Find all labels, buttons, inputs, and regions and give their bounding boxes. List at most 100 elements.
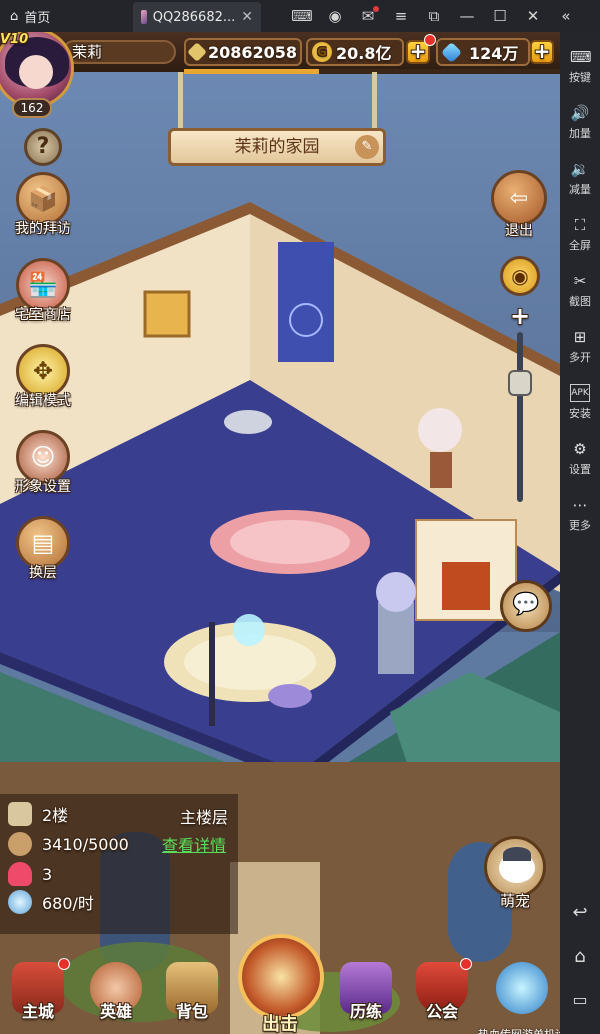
home-icon[interactable]: ⌂: [560, 946, 600, 967]
switch-floor-button[interactable]: ▤ 换层: [12, 516, 74, 582]
side-item-settings[interactable]: ⚙ 设置: [560, 440, 600, 477]
exit-door-icon: ⇦: [491, 170, 547, 226]
floor-number: 2楼: [42, 806, 69, 825]
gamepad-icon[interactable]: ⌨: [291, 6, 313, 26]
nav-crystal[interactable]: [484, 960, 560, 1034]
menu-label: 换层: [29, 565, 57, 581]
game-tab[interactable]: QQ286682... ✕: [133, 2, 261, 32]
menu-label: 编辑模式: [15, 393, 71, 409]
floor-row: 2楼: [8, 802, 68, 826]
my-visits-button[interactable]: 📦 我的拜访: [12, 172, 74, 238]
side-item-label: 按键: [569, 71, 591, 84]
close-icon[interactable]: ✕: [523, 6, 543, 26]
nav-training[interactable]: 历练: [328, 960, 404, 1034]
side-item-keys[interactable]: ⌨ 按键: [560, 48, 600, 85]
side-item-install[interactable]: APK 安装: [560, 384, 600, 421]
chat-bubble-icon[interactable]: 💬: [500, 580, 552, 632]
menu-label: 宅室商店: [15, 307, 71, 323]
side-item-label: 减量: [569, 183, 591, 196]
nav-alert-badge: [460, 958, 472, 970]
side-item-volume-up[interactable]: 🔊 加量: [560, 104, 600, 141]
exit-label: 退出: [505, 223, 533, 239]
side-item-fullscreen[interactable]: ⛶ 全屏: [560, 216, 600, 253]
zoom-in-button[interactable]: +: [510, 302, 530, 330]
game-tab-title: QQ286682...: [152, 9, 236, 25]
back-icon[interactable]: ↩: [560, 902, 600, 923]
sign-rope: [372, 72, 377, 130]
minimize-icon[interactable]: —: [457, 6, 477, 26]
home-label: 首页: [24, 10, 51, 26]
gold-counter: G 20.8亿: [306, 38, 404, 66]
home-shop-button[interactable]: 🏪 宅室商店: [12, 258, 74, 324]
crystal-emblem-icon: [496, 962, 548, 1014]
eye-toggle-icon[interactable]: ◉: [500, 256, 540, 296]
purple-cat: [268, 684, 312, 708]
view-details-link[interactable]: 查看详情: [162, 832, 226, 856]
home-tab[interactable]: ⌂ 首页: [0, 0, 60, 32]
gem-counter: 124万: [436, 38, 530, 66]
appearance-button[interactable]: ☺ 形象设置: [12, 430, 74, 496]
menu-label: 形象设置: [15, 479, 71, 495]
recent-apps-icon[interactable]: ▭: [560, 990, 600, 1009]
edit-mode-button[interactable]: ✥ 编辑模式: [12, 344, 74, 410]
crossed-swords-icon: [187, 42, 207, 62]
side-item-more[interactable]: ⋯ 更多: [560, 496, 600, 533]
nav-guild[interactable]: 公会: [404, 958, 480, 1034]
attack-sword-icon[interactable]: [238, 934, 324, 1020]
gear-icon: ⚙: [573, 440, 587, 458]
emulator-title-bar: ⌂ 首页 QQ286682... ✕ ⌨ ◉ ✉ ≡ ⧉ — ☐ ✕ «: [0, 0, 600, 32]
heart-icon: [8, 862, 32, 886]
side-item-label: 截图: [569, 295, 591, 308]
edit-pencil-icon[interactable]: ✎: [355, 135, 379, 159]
player-character: [418, 408, 462, 452]
pot-icon: [8, 832, 32, 856]
volume-up-icon: 🔊: [570, 104, 590, 122]
room-title-sign: 茉莉的家园 ✎: [168, 128, 386, 166]
add-gem-button[interactable]: +: [530, 40, 554, 64]
collapse-icon[interactable]: «: [556, 6, 576, 26]
mail-icon[interactable]: ✉: [358, 6, 379, 26]
zoom-slider-handle[interactable]: [508, 370, 532, 396]
pet-label: 萌宠: [499, 892, 530, 910]
crystal-icon: [8, 890, 32, 914]
menu-icon[interactable]: ≡: [391, 6, 411, 26]
exit-button[interactable]: ⇦ 退出: [488, 170, 550, 240]
home-icon: ⌂: [10, 8, 19, 24]
side-item-label: 多开: [569, 351, 591, 364]
emulator-side-panel: ⌨ 按键 🔊 加量 🔉 减量 ⛶ 全屏 ✂ 截图 ⊞ 多开 APK 安装 ⚙ 设…: [560, 32, 600, 1034]
side-item-label: 更多: [569, 519, 591, 532]
husky-pet-icon: [484, 836, 546, 898]
nav-label: 公会: [425, 1002, 458, 1021]
vip-badge: V10: [0, 32, 29, 47]
nav-backpack[interactable]: 背包: [154, 960, 230, 1034]
close-tab-icon[interactable]: ✕: [241, 9, 253, 25]
side-item-volume-down[interactable]: 🔉 减量: [560, 160, 600, 197]
floor-type: 主楼层: [180, 808, 229, 827]
side-item-label: 设置: [569, 463, 591, 476]
popout-icon[interactable]: ⧉: [424, 6, 444, 26]
maximize-icon[interactable]: ☐: [490, 6, 510, 26]
nav-main-city[interactable]: 主城: [0, 958, 76, 1034]
side-item-label: 全屏: [569, 239, 591, 252]
pet-button[interactable]: 萌宠: [482, 836, 548, 911]
flower-pedestal: [378, 602, 414, 674]
fullscreen-icon: ⛶: [574, 216, 586, 234]
nav-alert-badge: [58, 958, 70, 970]
menu-label: 我的拜访: [15, 221, 71, 237]
hearts-row: 3: [8, 862, 52, 886]
more-icon: ⋯: [572, 496, 588, 514]
multi-instance-icon: ⊞: [573, 328, 587, 346]
user-icon[interactable]: ◉: [325, 6, 345, 26]
nav-heroes[interactable]: 英雄: [78, 960, 154, 1034]
side-item-screenshot[interactable]: ✂ 截图: [560, 272, 600, 309]
help-button[interactable]: ?: [24, 128, 62, 166]
zoom-slider-track[interactable]: [517, 332, 523, 502]
gold-coin-icon: G: [312, 42, 332, 62]
wall-painting: [143, 290, 191, 338]
nav-label: 背包: [175, 1002, 208, 1021]
apk-icon: APK: [570, 384, 590, 402]
side-item-multi[interactable]: ⊞ 多开: [560, 328, 600, 365]
side-item-label: 加量: [569, 127, 591, 140]
capacity-row: 3410/5000: [8, 832, 129, 856]
gem-icon: [440, 41, 463, 63]
